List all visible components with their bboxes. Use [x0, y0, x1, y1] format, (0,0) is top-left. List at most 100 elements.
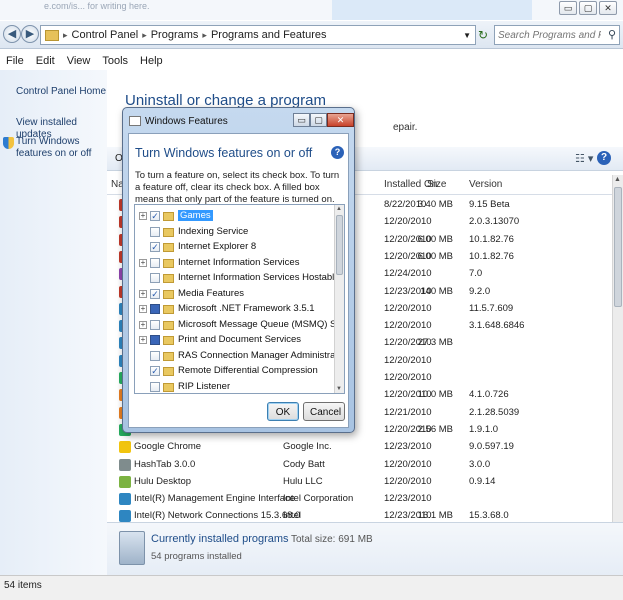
program-icon	[119, 458, 131, 471]
program-publisher: Google Inc.	[283, 441, 332, 453]
address-row: ◀ ▶ ▸ Control Panel ▸ Programs ▸ Program…	[0, 21, 623, 49]
program-publisher: Intel Corporation	[283, 493, 354, 505]
column-size[interactable]: Size	[427, 179, 446, 190]
menu-help[interactable]: Help	[140, 55, 163, 67]
refresh-icon[interactable]: ↻	[478, 25, 492, 45]
scrollbar-thumb[interactable]	[614, 187, 622, 307]
program-size: 3.40 MB	[417, 199, 453, 210]
breadcrumb-control-panel[interactable]: Control Panel	[72, 29, 139, 41]
expand-icon[interactable]: +	[139, 258, 147, 267]
column-version[interactable]: Version	[469, 179, 502, 190]
feature-item[interactable]: + ✓ Media Features	[135, 287, 333, 302]
program-version: 2.0.3.13070	[469, 216, 520, 228]
program-version: 10.1.82.76	[469, 250, 514, 262]
feature-label: Indexing Service	[178, 225, 249, 237]
feature-checkbox[interactable]	[150, 335, 160, 345]
minimize-button[interactable]: ▭	[559, 1, 577, 15]
program-icon	[119, 493, 131, 506]
feature-label: RIP Listener	[178, 380, 231, 392]
feature-checkbox[interactable]: ✓	[150, 211, 160, 221]
feature-checkbox[interactable]: ✓	[150, 366, 160, 376]
breadcrumb-programs[interactable]: Programs	[151, 29, 199, 41]
feature-item[interactable]: + ✓ Games	[135, 209, 333, 224]
scroll-up-icon[interactable]: ▲	[336, 206, 342, 212]
search-icon[interactable]: ⚲	[608, 28, 616, 41]
feature-checkbox[interactable]	[150, 350, 160, 361]
scroll-down-icon[interactable]: ▼	[336, 386, 342, 392]
page-subtitle: epair.	[393, 122, 418, 133]
feature-item[interactable]: Indexing Service	[135, 225, 333, 240]
back-button[interactable]: ◀	[3, 25, 21, 43]
dialog-titlebar[interactable]: Windows Features ▭ ▢ ✕	[123, 108, 354, 133]
table-row[interactable]: Intel(R) Management Engine Interface Inte…	[107, 491, 612, 508]
folder-icon	[163, 305, 174, 314]
feature-checkbox[interactable]: ✓	[150, 288, 160, 299]
dialog-minimize-button[interactable]: ▭	[293, 113, 310, 127]
menu-bar: File Edit View Tools Help	[0, 52, 623, 70]
program-installed-on: 12/20/2010	[384, 475, 432, 487]
dialog-maximize-button[interactable]: ▢	[310, 113, 327, 127]
features-scrollbar[interactable]: ▲ ▼	[334, 205, 344, 393]
feature-item[interactable]: ✓ Internet Explorer 8	[135, 240, 333, 255]
feature-item[interactable]: RAS Connection Manager Administration Ki…	[135, 349, 344, 364]
summary-title: Currently installed programs	[151, 533, 289, 545]
feature-label: Microsoft Message Queue (MSMQ) Server	[178, 318, 345, 330]
chevron-right-icon: ▸	[63, 29, 68, 40]
program-installed-on: 12/20/2010	[384, 372, 432, 383]
feature-checkbox[interactable]	[150, 319, 160, 330]
program-size: 2.56 MB	[417, 423, 453, 435]
program-version: 7.0	[469, 268, 483, 280]
address-bar[interactable]: ▸ Control Panel ▸ Programs ▸ Programs an…	[40, 25, 476, 45]
program-size: 10.0 MB	[417, 389, 453, 401]
dialog-close-button[interactable]: ✕	[327, 113, 354, 127]
menu-tools[interactable]: Tools	[102, 55, 128, 67]
feature-item[interactable]: + Microsoft .NET Framework 3.5.1	[135, 302, 333, 317]
feature-item[interactable]: + Print and Document Services	[135, 333, 333, 348]
status-bar: 54 items	[0, 575, 623, 600]
features-scrollbar-thumb[interactable]	[336, 215, 343, 275]
feature-checkbox[interactable]	[150, 257, 160, 268]
table-row[interactable]: Hulu Desktop Hulu LLC 12/20/2010 0.9.14	[107, 474, 612, 491]
search-input[interactable]	[495, 26, 603, 44]
left-navigation-pane: Control Panel Home View installed update…	[0, 70, 107, 575]
program-installed-on: 12/23/2010	[384, 493, 432, 505]
menu-view[interactable]: View	[67, 55, 91, 67]
feature-checkbox[interactable]	[150, 381, 160, 392]
cancel-button[interactable]: Cancel	[303, 402, 345, 421]
feature-item[interactable]: RIP Listener	[135, 380, 333, 394]
program-installed-on: 12/20/2010	[384, 458, 432, 470]
feature-checkbox[interactable]	[150, 273, 160, 283]
program-version: 3.0.0	[469, 458, 491, 470]
menu-file[interactable]: File	[6, 55, 24, 67]
turn-windows-features-link[interactable]: Turn Windows features on or off	[16, 136, 104, 160]
expand-icon[interactable]: +	[139, 320, 147, 329]
feature-checkbox[interactable]	[150, 226, 160, 237]
program-icon	[119, 475, 131, 488]
view-options-icon[interactable]: ☷ ▾	[575, 152, 593, 165]
control-panel-home-link[interactable]: Control Panel Home	[16, 86, 106, 98]
menu-edit[interactable]: Edit	[36, 55, 55, 67]
feature-item[interactable]: + Microsoft Message Queue (MSMQ) Server	[135, 318, 344, 333]
maximize-button[interactable]: ▢	[579, 1, 597, 15]
dropdown-arrow-icon[interactable]: ▼	[463, 31, 471, 40]
ok-button[interactable]: OK	[267, 402, 299, 421]
table-row[interactable]: Google Chrome Google Inc. 12/23/2010 9.0.59…	[107, 439, 612, 456]
breadcrumb-programs-and-features[interactable]: Programs and Features	[211, 29, 327, 41]
forward-button[interactable]: ▶	[21, 25, 39, 43]
program-version: 10.1.82.76	[469, 233, 514, 245]
scroll-up-icon[interactable]: ▲	[614, 176, 621, 183]
expand-icon[interactable]: +	[139, 289, 147, 298]
feature-checkbox[interactable]: ✓	[150, 242, 160, 252]
dialog-help-icon[interactable]: ?	[331, 146, 344, 159]
feature-item[interactable]: Internet Information Services Hostable W…	[135, 271, 344, 286]
feature-checkbox[interactable]	[150, 304, 160, 314]
table-row[interactable]: HashTab 3.0.0 Cody Batt 12/20/2010 3.0.0	[107, 457, 612, 474]
close-window-button[interactable]: ✕	[599, 1, 617, 15]
expand-icon[interactable]: +	[139, 336, 147, 344]
program-name: Intel(R) Network Connections 15.3.68.0	[134, 510, 301, 522]
help-icon[interactable]: ?	[597, 151, 611, 165]
feature-item[interactable]: + Internet Information Services	[135, 256, 333, 271]
expand-icon[interactable]: +	[139, 212, 147, 220]
expand-icon[interactable]: +	[139, 305, 147, 313]
feature-item[interactable]: ✓ Remote Differential Compression	[135, 364, 333, 379]
